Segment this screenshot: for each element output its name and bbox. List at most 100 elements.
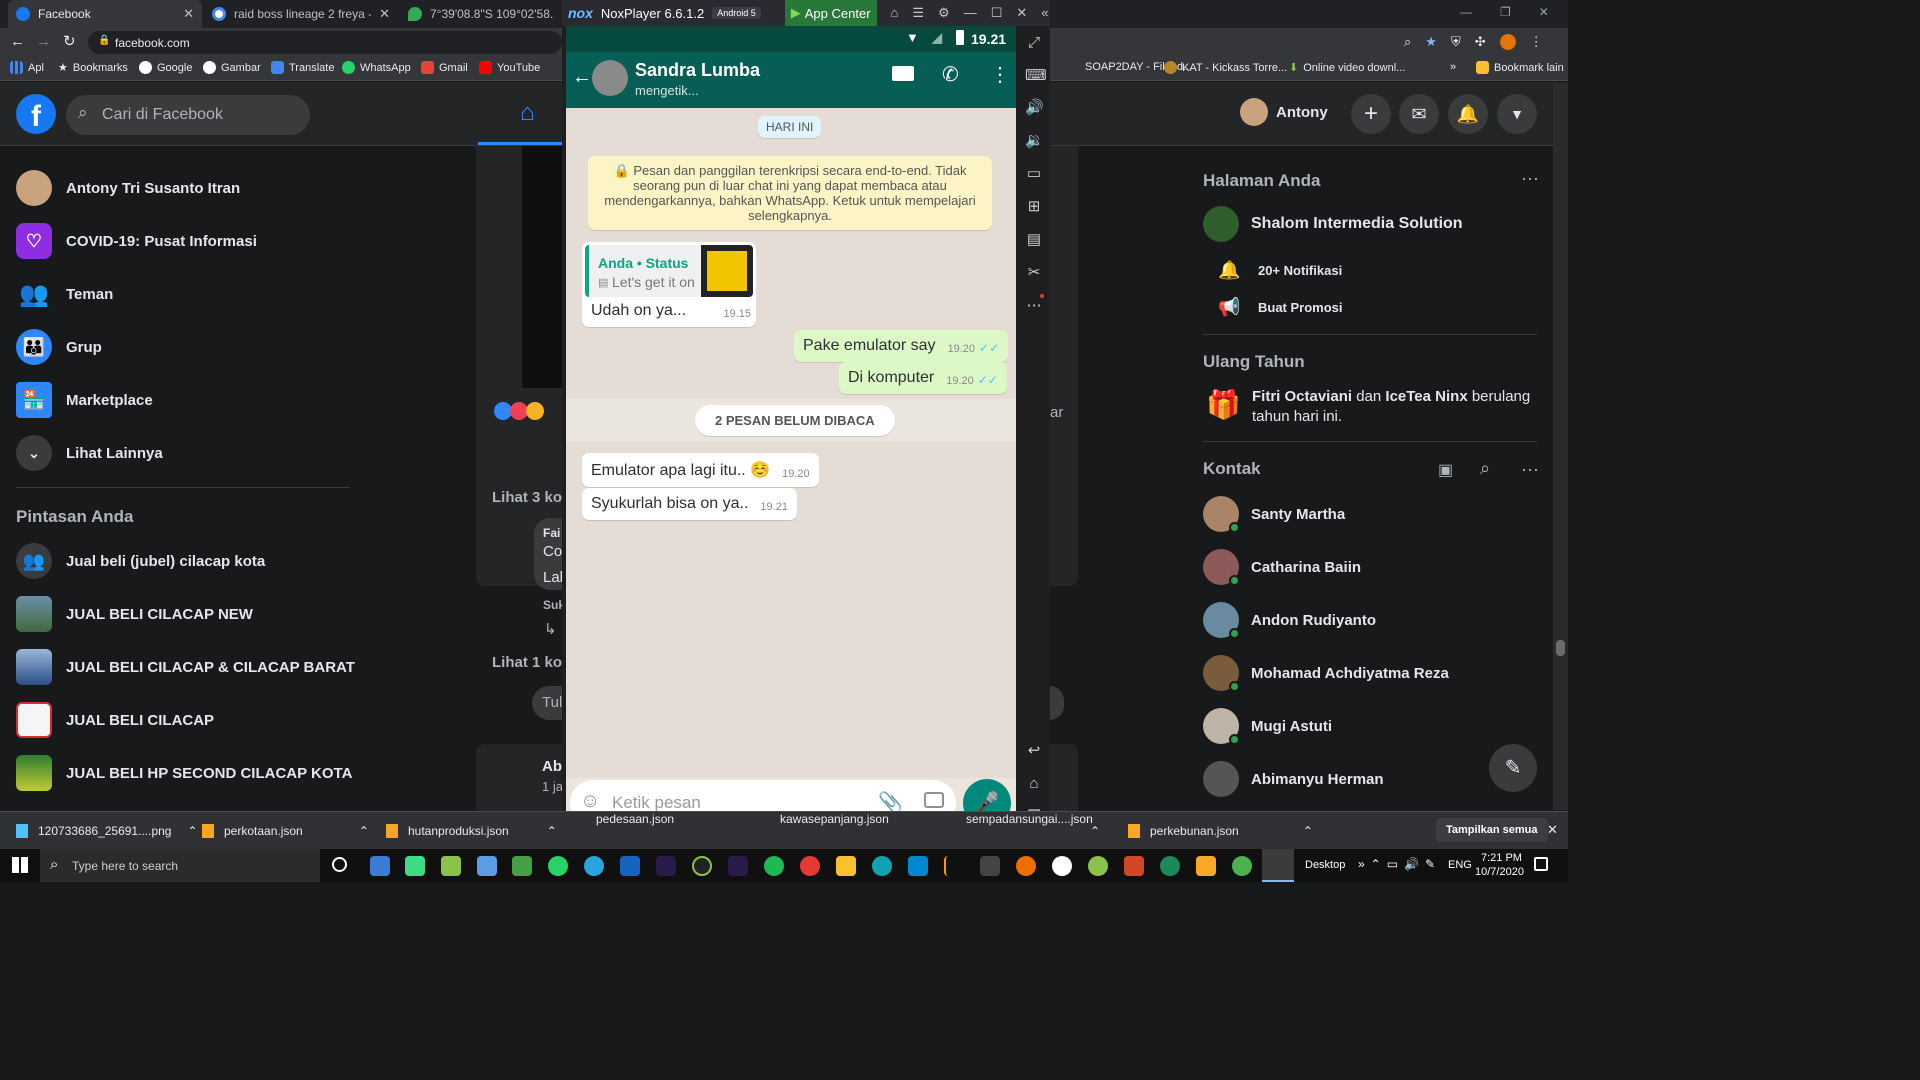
shortcut-item[interactable]: JUAL BELI HP SECOND CILACAP KOTA: [16, 755, 352, 791]
app-icon[interactable]: [477, 856, 497, 876]
more-options-icon[interactable]: ⋮: [990, 62, 1010, 87]
edge-icon[interactable]: [872, 856, 892, 876]
app-icon[interactable]: [1052, 856, 1072, 876]
bookmark-other-folder[interactable]: Bookmark lain: [1476, 61, 1564, 74]
profile-chip[interactable]: Antony: [1240, 98, 1328, 126]
calendar-icon[interactable]: [980, 856, 1000, 876]
taskbar-time[interactable]: 7:21 PM: [1481, 852, 1522, 864]
search-icon[interactable]: ⌕: [1480, 458, 1490, 479]
bookmark-bookmarks[interactable]: ★ Bookmarks: [58, 61, 128, 75]
messenger-button[interactable]: ✉: [1399, 94, 1439, 134]
nav-item-friends[interactable]: 👥 Teman: [16, 276, 113, 312]
close-tab-icon[interactable]: ✕: [379, 6, 390, 22]
telegram-icon[interactable]: [584, 856, 604, 876]
bookmark-google[interactable]: Google: [139, 61, 192, 74]
shield-icon[interactable]: ⛨: [1451, 34, 1461, 50]
app-icon[interactable]: [405, 856, 425, 876]
page-promote[interactable]: 📢 Buat Promosi: [1218, 297, 1343, 318]
minimize-icon[interactable]: —: [964, 5, 977, 21]
app-center-button[interactable]: ▶ App Center: [784, 0, 877, 26]
chrome-icon[interactable]: [1232, 856, 1252, 876]
taskbar-search[interactable]: ⌕ Type here to search: [40, 849, 320, 882]
bookmark-kat[interactable]: KAT - Kickass Torre...: [1164, 61, 1287, 74]
nav-item-groups[interactable]: 👪 Grup: [16, 329, 102, 365]
app-icon[interactable]: [1160, 856, 1180, 876]
fullscreen-icon[interactable]: ⤢: [1025, 34, 1043, 52]
contact-name[interactable]: Sandra Lumba: [635, 60, 760, 81]
download-item[interactable]: perkotaan.json ⌃: [202, 812, 369, 850]
language-indicator[interactable]: ENG: [1448, 859, 1472, 871]
create-button[interactable]: +: [1351, 94, 1391, 134]
premiere-icon[interactable]: [656, 856, 676, 876]
scissors-icon[interactable]: ✂: [1025, 264, 1043, 282]
close-downloads-icon[interactable]: ✕: [1547, 822, 1558, 838]
nav-item-see-more[interactable]: ⌄ Lihat Lainnya: [16, 435, 163, 471]
shortcut-item[interactable]: JUAL BELI CILACAP: [16, 702, 214, 738]
post-author[interactable]: Ab: [542, 758, 562, 775]
notifications-button[interactable]: 🔔: [1448, 94, 1488, 134]
app-icon[interactable]: [944, 856, 964, 876]
multi-instance-icon[interactable]: ▤: [1025, 231, 1043, 249]
contact-item[interactable]: Abimanyu Herman: [1203, 761, 1384, 797]
shortcut-item[interactable]: JUAL BELI CILACAP NEW: [16, 596, 253, 632]
close-icon[interactable]: ✕: [1016, 5, 1027, 21]
view-more-comments[interactable]: Lihat 3 kon: [492, 489, 571, 506]
chevron-up-icon[interactable]: ⌃: [1303, 824, 1313, 838]
star-icon[interactable]: ★: [1425, 34, 1437, 50]
menu-icon[interactable]: ⋮: [1530, 34, 1543, 50]
post-time[interactable]: 1 ja: [542, 779, 563, 794]
chevron-up-icon[interactable]: ⌃: [187, 824, 197, 838]
qgis-icon[interactable]: [1088, 856, 1108, 876]
contact-avatar[interactable]: [592, 60, 628, 96]
bookmark-gambar[interactable]: Gambar: [203, 61, 261, 74]
chevron-up-icon[interactable]: ⌃: [547, 824, 557, 838]
bookmark-gmail[interactable]: Gmail: [421, 61, 468, 74]
whatsapp-icon[interactable]: [548, 856, 568, 876]
app-icon[interactable]: [1196, 856, 1216, 876]
more-icon[interactable]: ⋯: [1025, 297, 1043, 315]
close-window-icon[interactable]: ✕: [1539, 5, 1549, 19]
new-message-button[interactable]: ✎: [1489, 744, 1537, 792]
collapse-sidebar-icon[interactable]: «: [1041, 5, 1048, 21]
keyboard-icon[interactable]: ⌨: [1025, 67, 1047, 85]
tab-raid-boss[interactable]: raid boss lineage 2 freya - Penel ✕: [204, 0, 398, 28]
bookmarks-overflow[interactable]: »: [1450, 61, 1456, 73]
home-shape-icon[interactable]: ⌂: [891, 5, 899, 21]
bookmark-apps[interactable]: Apl: [10, 61, 44, 74]
windows-start-icon[interactable]: [12, 857, 28, 873]
camera-icon[interactable]: [924, 792, 944, 808]
chevron-up-icon[interactable]: ⌃: [1090, 824, 1100, 838]
nav-item-marketplace[interactable]: 🏪 Marketplace: [16, 382, 153, 418]
nav-item-profile[interactable]: Antony Tri Susanto Itran: [16, 170, 240, 206]
bookmark-youtube[interactable]: YouTube: [479, 61, 540, 74]
add-apk-icon[interactable]: ⊞: [1025, 198, 1043, 216]
reload-icon[interactable]: ↻: [63, 32, 76, 50]
maximize-icon[interactable]: ☐: [991, 5, 1003, 21]
download-item[interactable]: perkebunan.json ⌃: [1128, 812, 1313, 850]
back-icon[interactable]: ←: [10, 33, 25, 50]
app-icon[interactable]: [1016, 856, 1036, 876]
account-menu-button[interactable]: ▼: [1497, 94, 1537, 134]
message-outgoing[interactable]: Di komputer 19.20 ✓✓: [839, 362, 1007, 394]
facebook-logo-icon[interactable]: f: [16, 94, 56, 134]
minimize-icon[interactable]: —: [1460, 5, 1472, 19]
cortana-icon[interactable]: [332, 857, 347, 872]
more-options-icon[interactable]: ···: [1521, 168, 1539, 189]
message-incoming[interactable]: Syukurlah bisa on ya.. 19.21: [582, 488, 797, 520]
app-icon[interactable]: [512, 856, 532, 876]
action-center-icon[interactable]: [1534, 857, 1548, 871]
message-incoming[interactable]: Emulator apa lagi itu.. ☺️ 19.20: [582, 453, 819, 487]
download-item[interactable]: kawasepanjang.json: [780, 800, 889, 838]
forward-icon[interactable]: →: [36, 33, 51, 50]
desktop-label[interactable]: Desktop: [1305, 859, 1345, 871]
spotify-icon[interactable]: [764, 856, 784, 876]
nox-taskbar-icon[interactable]: [1262, 849, 1294, 882]
contact-item[interactable]: Andon Rudiyanto: [1203, 602, 1376, 639]
commenter-name[interactable]: Fai: [543, 526, 560, 540]
write-comment-input[interactable]: Tul: [532, 686, 562, 720]
close-tab-icon[interactable]: ✕: [183, 6, 194, 22]
chrome-icon[interactable]: [800, 856, 820, 876]
download-item[interactable]: hutanproduksi.json ⌃: [386, 812, 557, 850]
app-icon[interactable]: [692, 856, 712, 876]
nav-item-covid[interactable]: ♡ COVID-19: Pusat Informasi: [16, 223, 257, 259]
